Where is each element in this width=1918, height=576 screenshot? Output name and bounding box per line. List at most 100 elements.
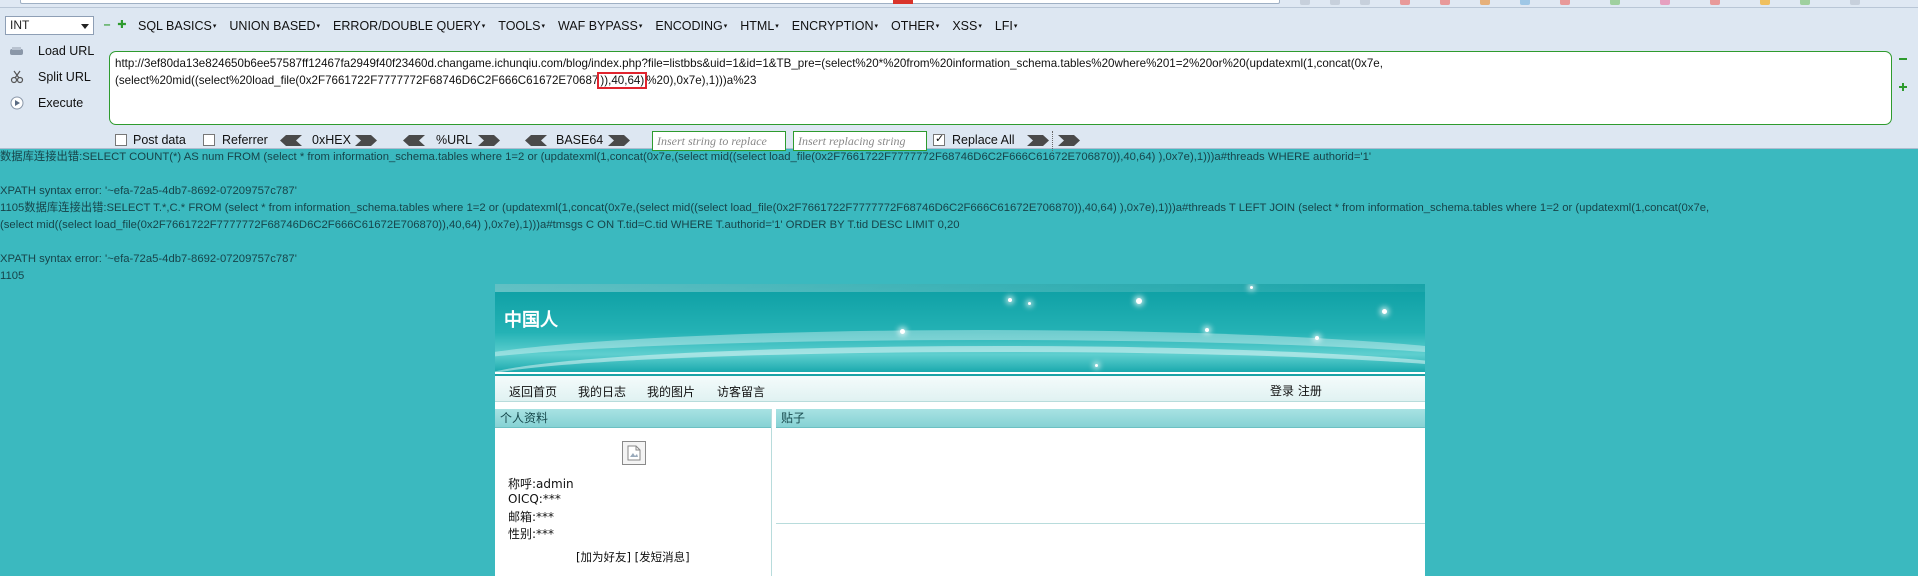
replacing-string-input[interactable]: Insert replacing string (793, 131, 927, 151)
menu-other[interactable]: OTHER▾ (891, 19, 952, 33)
toolbar-icon[interactable] (1330, 0, 1340, 5)
menu-tools[interactable]: TOOLS▾ (498, 19, 558, 33)
posts-panel-header: 贴子 (776, 409, 1425, 428)
encode-url-arrow-icon[interactable] (478, 135, 500, 146)
menu-label: XSS (952, 19, 978, 33)
menu-html[interactable]: HTML▾ (740, 19, 792, 33)
blog-page: 中国人 返回首页 我的日志 我的图片 访客留言 登录 注册 个人资料 贴子 称呼… (495, 284, 1425, 576)
xpath-error: XPATH syntax error: '~efa-72a5-4db7-8692… (0, 185, 297, 197)
avatar (622, 441, 646, 465)
url-line-1: http://3ef80da13e824650b6ee57587ff12467f… (115, 57, 1383, 70)
encode-hex-arrow-icon[interactable] (355, 135, 377, 146)
chevron-down-icon: ▾ (316, 23, 321, 30)
chevron-down-icon: ▾ (978, 23, 982, 30)
menu-label: ERROR/DOUBLE QUERY (333, 19, 481, 33)
execute-label: Execute (38, 96, 84, 110)
minus-icon[interactable]: ‒ (102, 20, 112, 31)
replace-arrow-icon[interactable] (1058, 135, 1080, 146)
menu-label: LFI (994, 19, 1013, 33)
chevron-down-icon (81, 24, 89, 29)
toolbar-icon[interactable] (1710, 0, 1720, 5)
sparkle-icon (1382, 309, 1387, 314)
address-bar[interactable] (20, 0, 1280, 4)
split-url-button[interactable]: Split URL (8, 70, 91, 84)
login-register-links[interactable]: 登录 注册 (1270, 382, 1322, 399)
toolbar-icon[interactable] (1560, 0, 1570, 5)
menu-label: TOOLS (498, 19, 541, 33)
toolbar-icon[interactable] (1850, 0, 1860, 5)
decode-hex-arrow-icon[interactable] (280, 135, 302, 146)
replace-arrow-icon[interactable] (1027, 135, 1049, 146)
sparkle-icon (1205, 328, 1209, 332)
hackbar-panel: INT ‒ ✚ SQL BASICS▾ UNION BASED▾ ERROR/DOU… (0, 8, 1918, 151)
menu-sql-basics[interactable]: SQL BASICS▾ (138, 19, 229, 33)
toolbar-icon[interactable] (1520, 0, 1530, 5)
toolbar-icon[interactable] (1760, 0, 1770, 5)
url-line-2-post: %20),0x7e),1)))a%23 (646, 74, 757, 87)
blog-nav: 返回首页 我的日志 我的图片 访客留言 登录 注册 (495, 374, 1425, 402)
friend-action-links[interactable]: [加为好友] [发短消息] (576, 549, 690, 565)
menu-label: ENCODING (655, 19, 723, 33)
sparkle-icon (1136, 298, 1142, 304)
insert-string-input[interactable]: Insert string to replace (652, 131, 786, 151)
nav-guestbook[interactable]: 访客留言 (717, 383, 765, 400)
url-enc-label: %URL (436, 133, 473, 147)
menu-label: ENCRYPTION (791, 19, 874, 33)
nav-home[interactable]: 返回首页 (509, 383, 557, 400)
toolbar-icon[interactable] (1400, 0, 1410, 5)
replace-all-checkbox[interactable] (933, 132, 945, 146)
post-data-checkbox[interactable] (115, 134, 127, 146)
banner-sheen (495, 284, 1425, 292)
load-url-icon (8, 44, 26, 58)
load-url-button[interactable]: Load URL (8, 44, 94, 58)
highlighted-substring: )),40,64) (597, 72, 648, 89)
toolbar-icon[interactable] (1300, 0, 1310, 5)
toolbar-icon[interactable] (1360, 0, 1370, 5)
sparkle-icon (1095, 364, 1098, 367)
menu-label: OTHER (891, 19, 935, 33)
sparkle-icon (1008, 298, 1012, 302)
posts-panel-lower (776, 526, 1425, 576)
menu-encryption[interactable]: ENCRYPTION▾ (792, 19, 891, 33)
minus-icon[interactable] (1899, 52, 1907, 60)
profile-gender: 性别:*** (508, 527, 555, 541)
toolbar-icon[interactable] (1440, 0, 1450, 5)
xpath-error: XPATH syntax error: '~efa-72a5-4db7-8692… (0, 253, 297, 265)
menu-label: WAF BYPASS (557, 19, 638, 33)
encode-base64-arrow-icon[interactable] (608, 135, 630, 146)
decode-base64-arrow-icon[interactable] (525, 135, 547, 146)
chevron-down-icon: ▾ (723, 23, 728, 30)
chevron-down-icon: ▾ (481, 23, 486, 30)
menu-error-double-query[interactable]: ERROR/DOUBLE QUERY▾ (333, 19, 498, 33)
execute-button[interactable]: Execute (8, 96, 83, 110)
referrer-checkbox[interactable] (203, 134, 215, 146)
nav-diary[interactable]: 我的日志 (578, 383, 626, 400)
chevron-down-icon: ▾ (541, 23, 545, 30)
posts-panel (776, 428, 1425, 524)
menu-lfi[interactable]: LFI▾ (995, 19, 1031, 33)
nav-photos[interactable]: 我的图片 (647, 383, 695, 400)
menu-union-based[interactable]: UNION BASED▾ (229, 19, 333, 33)
base64-label: BASE64 (556, 133, 604, 147)
plus-icon[interactable] (1899, 80, 1907, 91)
scissors-icon (8, 70, 26, 84)
plus-icon[interactable]: ✚ (117, 20, 127, 31)
url-textarea[interactable]: http://3ef80da13e824650b6ee57587ff12467f… (109, 51, 1892, 125)
sql-type-value: INT (10, 18, 30, 32)
sparkle-icon (1028, 302, 1031, 305)
sparkle-icon (1315, 336, 1319, 340)
menu-xss[interactable]: XSS▾ (952, 19, 995, 33)
toolbar-icon[interactable] (1480, 0, 1490, 5)
menu-encoding[interactable]: ENCODING▾ (655, 19, 740, 33)
hackbar-options-row: Post data Referrer 0xHEX %URL BASE64 Ins… (115, 131, 1915, 151)
toolbar-icon[interactable] (1800, 0, 1810, 5)
divider (1052, 131, 1053, 151)
toolbar-icon[interactable] (1610, 0, 1620, 5)
toolbar-icon[interactable] (1660, 0, 1670, 5)
sql-type-select[interactable]: INT (5, 16, 94, 35)
broken-image-icon (627, 445, 641, 461)
decode-url-arrow-icon[interactable] (403, 135, 425, 146)
addon-badge (893, 0, 913, 4)
menu-waf-bypass[interactable]: WAF BYPASS▾ (558, 19, 655, 33)
